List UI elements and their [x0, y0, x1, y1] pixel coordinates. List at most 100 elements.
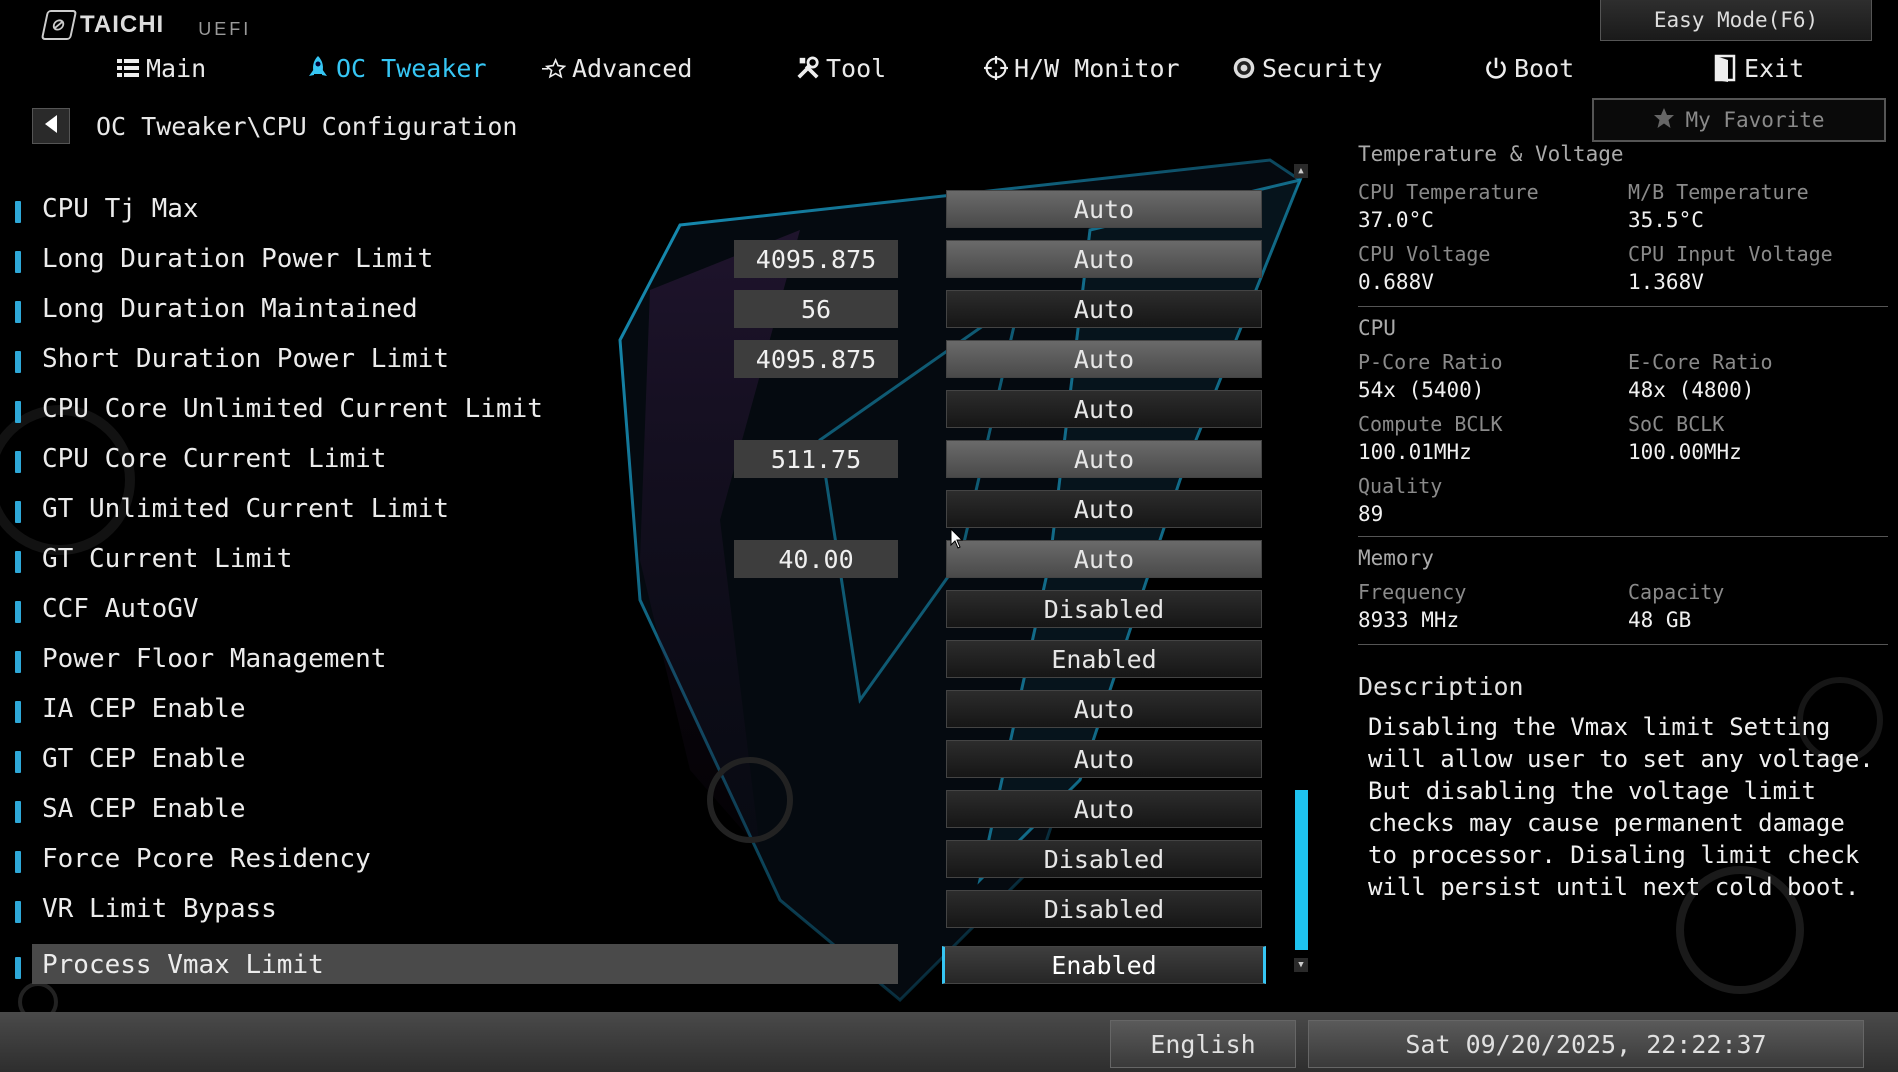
brand-sub: UEFI — [198, 19, 252, 39]
nav-boot[interactable]: Boot — [1484, 48, 1574, 88]
value-field[interactable]: 511.75 — [734, 440, 898, 478]
row-marker — [15, 201, 21, 223]
option-button[interactable]: Enabled — [946, 640, 1262, 678]
nav-security[interactable]: Security — [1232, 48, 1382, 88]
nav-exit[interactable]: Exit — [1714, 48, 1804, 88]
setting-row-cpu-core-current-limit[interactable]: CPU Core Current Limit 511.75 Auto — [0, 438, 1300, 484]
easy-mode-button[interactable]: Easy Mode(F6) — [1600, 0, 1872, 41]
setting-label: CCF AutoGV — [42, 594, 199, 624]
option-button[interactable]: Disabled — [946, 590, 1262, 628]
brand-name: ⊘ TAICHI — [40, 10, 164, 40]
option-button[interactable]: Auto — [946, 240, 1262, 278]
setting-label: Long Duration Power Limit — [42, 244, 434, 274]
soc-bclk-label: SoC BCLK — [1628, 412, 1725, 436]
my-favorite-button[interactable]: My Favorite — [1592, 98, 1886, 142]
option-button[interactable]: Disabled — [946, 890, 1262, 928]
setting-row-sa-cep-enable[interactable]: SA CEP Enable Auto — [0, 788, 1300, 834]
shield-gear-icon — [1232, 56, 1256, 80]
cpu-temp-value: 37.0°C — [1358, 208, 1434, 232]
scrollbar[interactable]: ▲ ▼ — [1294, 160, 1308, 976]
row-marker — [15, 901, 21, 923]
row-marker — [15, 251, 21, 273]
option-button[interactable]: Auto — [946, 790, 1262, 828]
value-field[interactable]: 56 — [734, 290, 898, 328]
option-button[interactable]: Enabled — [942, 946, 1266, 984]
compute-bclk-value: 100.01MHz — [1358, 440, 1472, 464]
option-button[interactable]: Auto — [946, 190, 1262, 228]
setting-row-gt-current-limit[interactable]: GT Current Limit 40.00 Auto — [0, 538, 1300, 584]
option-button[interactable]: Auto — [946, 390, 1262, 428]
mb-temp-value: 35.5°C — [1628, 208, 1704, 232]
datetime-display: Sat 09/20/2025, 22:22:37 — [1308, 1020, 1864, 1068]
setting-row-power-floor-management[interactable]: Power Floor Management Enabled — [0, 638, 1300, 684]
setting-row-process-vmax-limit[interactable]: Process Vmax Limit Enabled — [0, 944, 1300, 990]
option-button[interactable]: Auto — [946, 690, 1262, 728]
option-button[interactable]: Auto — [946, 440, 1262, 478]
option-button[interactable]: Auto — [946, 340, 1262, 378]
setting-label: Short Duration Power Limit — [42, 344, 449, 374]
value-field[interactable]: 4095.875 — [734, 240, 898, 278]
setting-row-short-duration-power-limit[interactable]: Short Duration Power Limit 4095.875 Auto — [0, 338, 1300, 384]
nav-hw-monitor[interactable]: H/W Monitor — [984, 48, 1180, 88]
description-panel: Description Disabling the Vmax limit Set… — [1358, 672, 1888, 903]
setting-row-gt-unlimited-current-limit[interactable]: GT Unlimited Current Limit Auto — [0, 488, 1300, 534]
option-button[interactable]: Auto — [946, 740, 1262, 778]
setting-row-ccf-autogv[interactable]: CCF AutoGV Disabled — [0, 588, 1300, 634]
row-marker — [15, 851, 21, 873]
scroll-down-arrow-icon[interactable]: ▼ — [1294, 958, 1308, 972]
cpu-temp-label: CPU Temperature — [1358, 180, 1539, 204]
option-button[interactable]: Auto — [946, 490, 1262, 528]
setting-row-cpu-core-unlimited-current-limit[interactable]: CPU Core Unlimited Current Limit Auto — [0, 388, 1300, 434]
value-field[interactable]: 40.00 — [734, 540, 898, 578]
setting-label: SA CEP Enable — [42, 794, 246, 824]
nav-advanced[interactable]: Advanced — [542, 48, 692, 88]
setting-row-vr-limit-bypass[interactable]: VR Limit Bypass Disabled — [0, 888, 1300, 934]
pcore-ratio-value: 54x (5400) — [1358, 378, 1485, 402]
row-marker — [15, 651, 21, 673]
tools-icon — [796, 56, 820, 80]
frequency-value: 8933 MHz — [1358, 608, 1460, 632]
pcore-ratio-label: P-Core Ratio — [1358, 350, 1503, 374]
cpu-input-voltage-value: 1.368V — [1628, 270, 1704, 294]
nav-tool[interactable]: Tool — [796, 48, 886, 88]
setting-label: Long Duration Maintained — [42, 294, 418, 324]
setting-label: GT Unlimited Current Limit — [42, 494, 449, 524]
setting-row-force-pcore-residency[interactable]: Force Pcore Residency Disabled — [0, 838, 1300, 884]
setting-row-cpu-tj-max[interactable]: CPU Tj Max Auto — [0, 188, 1300, 234]
scrollbar-thumb[interactable] — [1295, 790, 1308, 950]
option-button[interactable]: Disabled — [946, 840, 1262, 878]
option-button[interactable]: Auto — [946, 540, 1262, 578]
quality-value: 89 — [1358, 502, 1384, 526]
setting-label: CPU Tj Max — [42, 194, 199, 224]
crosshair-icon — [984, 56, 1008, 80]
compute-bclk-label: Compute BCLK — [1358, 412, 1503, 436]
setting-row-gt-cep-enable[interactable]: GT CEP Enable Auto — [0, 738, 1300, 784]
back-button[interactable] — [32, 108, 70, 144]
setting-label: GT Current Limit — [42, 544, 293, 574]
language-button[interactable]: English — [1110, 1020, 1296, 1068]
ecore-ratio-label: E-Core Ratio — [1628, 350, 1773, 374]
cpu-voltage-label: CPU Voltage — [1358, 242, 1491, 266]
setting-label: IA CEP Enable — [42, 694, 246, 724]
rocket-icon — [306, 56, 330, 80]
nav-oc-tweaker[interactable]: OC Tweaker — [306, 48, 487, 88]
memory-title: Memory — [1358, 546, 1434, 570]
value-field[interactable]: 4095.875 — [734, 340, 898, 378]
temp-voltage-title: Temperature & Voltage — [1358, 142, 1624, 166]
quality-label: Quality — [1358, 474, 1443, 498]
setting-row-long-duration-power-limit[interactable]: Long Duration Power Limit 4095.875 Auto — [0, 238, 1300, 284]
exit-door-icon — [1714, 54, 1738, 82]
row-marker — [15, 751, 21, 773]
divider — [1358, 306, 1888, 307]
scroll-up-arrow-icon[interactable]: ▲ — [1294, 164, 1308, 178]
capacity-value: 48 GB — [1628, 608, 1692, 632]
breadcrumb: OC Tweaker\CPU Configuration — [32, 108, 517, 144]
description-title: Description — [1358, 672, 1524, 701]
setting-row-long-duration-maintained[interactable]: Long Duration Maintained 56 Auto — [0, 288, 1300, 334]
setting-label: Power Floor Management — [42, 644, 387, 674]
setting-label: CPU Core Unlimited Current Limit — [42, 394, 543, 424]
option-button[interactable]: Auto — [946, 290, 1262, 328]
setting-row-ia-cep-enable[interactable]: IA CEP Enable Auto — [0, 688, 1300, 734]
nav-main[interactable]: Main — [116, 48, 206, 88]
row-marker — [15, 601, 21, 623]
